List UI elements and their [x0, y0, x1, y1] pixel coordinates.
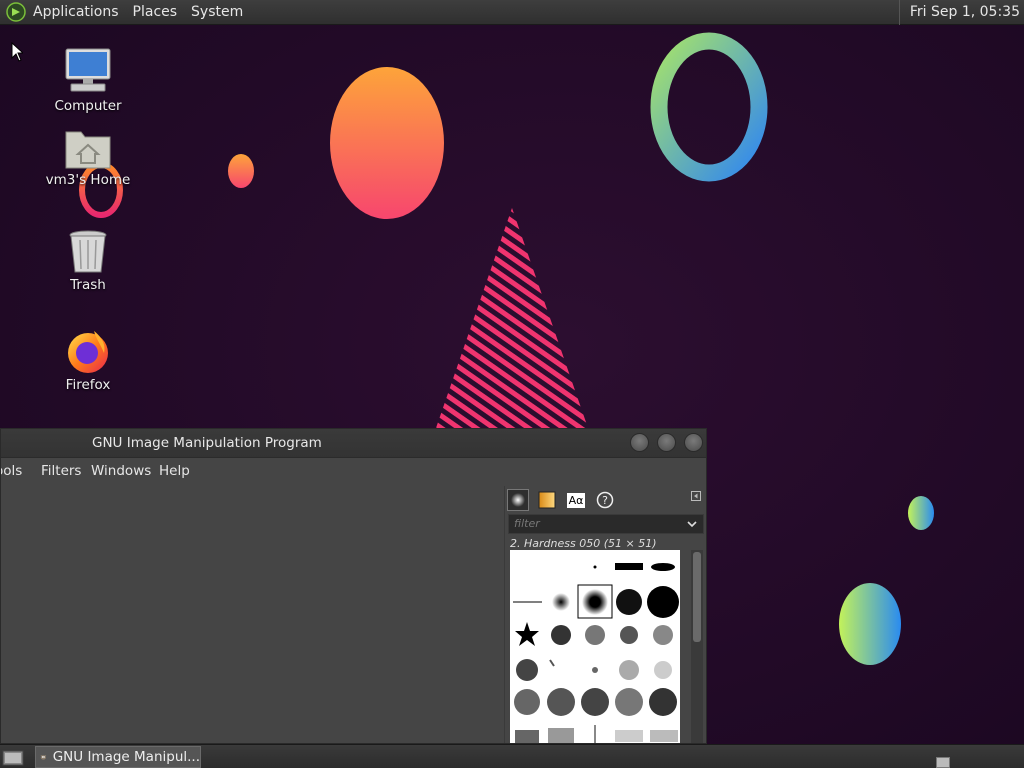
scrollbar-thumb[interactable] [693, 552, 701, 642]
gimp-icon [40, 754, 47, 760]
menu-windows[interactable]: Windows [91, 463, 151, 479]
brush-item[interactable] [581, 688, 609, 716]
help-tab-icon: ? [596, 491, 614, 509]
menu-help[interactable]: Help [159, 463, 190, 479]
menu-filters[interactable]: Filters [41, 463, 81, 479]
close-button[interactable] [684, 433, 703, 452]
brushes-dock: Aα ? filter 2. Hardness 050 (51 × 51) [504, 486, 706, 744]
applications-menu-icon[interactable] [6, 2, 26, 22]
gimp-menubar: Tools Filters Windows Help [1, 458, 706, 486]
brush-filter-input[interactable]: filter [508, 514, 704, 534]
desktop-icon-home[interactable]: vm3's Home [40, 128, 136, 188]
svg-text:?: ? [602, 494, 608, 507]
selected-brush-name: 2. Hardness 050 (51 × 51) [510, 537, 657, 550]
brush-item[interactable] [516, 659, 538, 681]
brush-item[interactable] [619, 660, 639, 680]
chevron-down-icon[interactable] [687, 519, 697, 529]
top-panel: Applications Places System Fri Sep 1, 05… [0, 0, 1024, 25]
taskbar-item-gimp[interactable]: GNU Image Manipul... [35, 746, 201, 768]
brush-grid[interactable] [510, 550, 680, 744]
firefox-icon [68, 331, 108, 373]
brush-item[interactable] [647, 586, 679, 618]
menu-applications[interactable]: Applications [26, 0, 126, 25]
desktop-icon-label: vm3's Home [45, 172, 131, 188]
gimp-window[interactable]: GNU Image Manipulation Program Tools Fil… [0, 428, 707, 744]
computer-icon [65, 48, 111, 92]
menu-places[interactable]: Places [126, 0, 185, 25]
brushes-tab-icon [511, 493, 525, 507]
window-title: GNU Image Manipulation Program [92, 435, 322, 451]
brush-grid-scrollbar[interactable] [691, 550, 703, 743]
image-canvas-area[interactable] [1, 486, 501, 743]
mouse-cursor-icon [11, 42, 23, 62]
brush-item[interactable] [514, 689, 540, 715]
brush-item[interactable] [649, 688, 677, 716]
desktop-icon-label: Computer [54, 98, 122, 114]
brush-item[interactable] [615, 688, 643, 716]
bottom-panel: GNU Image Manipul... [0, 744, 1024, 768]
workspace-switcher[interactable] [936, 757, 950, 768]
tab-brushes[interactable] [507, 489, 529, 511]
brush-item[interactable] [582, 589, 608, 615]
dock-configure-icon[interactable] [691, 491, 701, 501]
brush-item[interactable] [615, 563, 643, 570]
tab-fonts[interactable]: Aα [565, 489, 587, 511]
desktop-icon-label: Firefox [65, 377, 111, 393]
taskbar-item-label: GNU Image Manipul... [52, 749, 200, 765]
menu-tools[interactable]: Tools [1, 463, 22, 479]
brush-item[interactable] [547, 688, 575, 716]
brush-item[interactable] [551, 625, 571, 645]
desktop-icon-firefox[interactable]: Firefox [40, 327, 136, 393]
tab-help[interactable]: ? [594, 489, 616, 511]
brush-item[interactable] [654, 661, 672, 679]
brush-item[interactable] [651, 563, 675, 571]
brush-item[interactable] [585, 625, 605, 645]
desktop-icon-computer[interactable]: Computer [40, 46, 136, 114]
brush-item[interactable] [615, 730, 643, 742]
maximize-button[interactable] [657, 433, 676, 452]
desktop-icon-label: Trash [70, 277, 106, 293]
trash-icon [69, 230, 107, 273]
home-folder-icon [65, 131, 111, 169]
gradients-tab-icon [538, 491, 556, 509]
brush-item[interactable] [592, 667, 598, 673]
brush-item[interactable] [548, 728, 574, 744]
filter-placeholder: filter [514, 517, 540, 530]
minimize-button[interactable] [630, 433, 649, 452]
brush-item[interactable] [650, 730, 678, 742]
fonts-tab-icon: Aα [566, 492, 586, 508]
desktop-icon-trash[interactable]: Trash [40, 229, 136, 293]
window-titlebar[interactable]: GNU Image Manipulation Program [1, 429, 706, 458]
brush-item[interactable] [552, 593, 570, 611]
brush-item[interactable] [653, 625, 673, 645]
brush-item[interactable] [620, 626, 638, 644]
menu-system[interactable]: System [184, 0, 250, 25]
show-desktop-icon[interactable] [2, 748, 24, 766]
brush-item[interactable] [593, 565, 597, 569]
tab-gradients[interactable] [536, 489, 558, 511]
brush-item[interactable] [616, 589, 642, 615]
clock[interactable]: Fri Sep 1, 05:35 [898, 0, 1024, 25]
brush-item[interactable] [515, 730, 539, 744]
